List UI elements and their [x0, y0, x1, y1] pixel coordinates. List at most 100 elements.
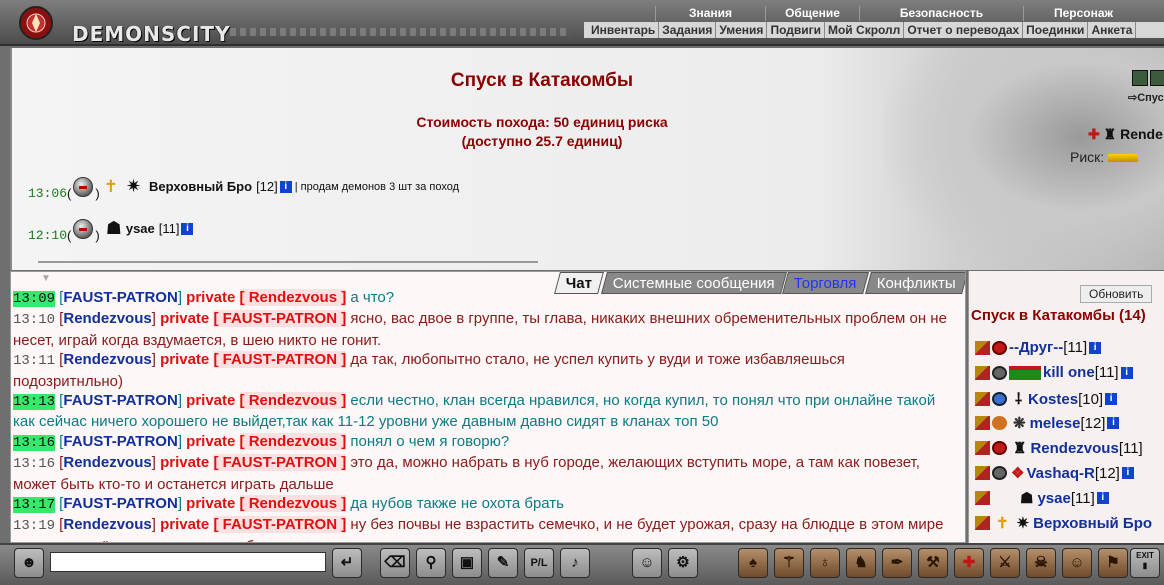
entry-nick[interactable]: ysae: [126, 221, 155, 236]
exit-button[interactable]: EXIT ▮: [1130, 548, 1160, 578]
hat-icon: ☗: [1020, 490, 1034, 507]
clan-icon: [992, 340, 1007, 355]
info-icon[interactable]: i: [1105, 393, 1118, 405]
entry-nick[interactable]: Верховный Бро: [149, 179, 252, 194]
player-item[interactable]: ⸸ Kostes [10] i: [975, 389, 1118, 409]
chat-message: 13:10 [Rendezvous] private [ FAUST-PATRO…: [13, 310, 947, 349]
message-sender[interactable]: FAUST-PATRON: [63, 433, 177, 450]
scroll-up-icon[interactable]: ▼: [41, 273, 51, 284]
info-icon[interactable]: i: [1120, 366, 1133, 379]
player-item[interactable]: ♜ Rendezvous [11]: [975, 439, 1143, 457]
sound-icon[interactable]: ♪: [560, 548, 590, 578]
skull-icon[interactable]: ☠: [1026, 548, 1056, 578]
rank-icon: [975, 416, 990, 430]
info-icon[interactable]: i: [279, 180, 292, 193]
message-sender[interactable]: FAUST-PATRON: [63, 495, 177, 512]
descend-link[interactable]: ⇨Спуск: [1128, 91, 1164, 104]
info-icon[interactable]: i: [1096, 492, 1109, 504]
beast-icon[interactable]: ♞: [846, 548, 876, 578]
flag-icon[interactable]: ⚑: [1098, 548, 1128, 578]
helmet-icon: ♜: [1103, 126, 1117, 142]
message-recipient[interactable]: FAUST-PATRON: [223, 310, 337, 327]
subnav-profile[interactable]: Анкета: [1088, 22, 1137, 38]
quill-icon[interactable]: ✒: [882, 548, 912, 578]
private-tag[interactable]: private [ FAUST-PATRON ]: [160, 516, 347, 534]
private-tag[interactable]: private [ FAUST-PATRON ]: [160, 454, 347, 472]
opponent[interactable]: ✚ ♜ Rende: [1088, 126, 1163, 143]
bag-icon[interactable]: ♠: [738, 548, 768, 578]
subnav-tasks[interactable]: Задания: [659, 22, 717, 38]
message-sender[interactable]: FAUST-PATRON: [63, 392, 177, 409]
subnav-inventory[interactable]: Инвентарь: [588, 22, 660, 38]
cross-shield-icon[interactable]: ✚: [954, 548, 984, 578]
entry-message: | продам демонов 3 шт за поход: [294, 180, 460, 193]
nav-security[interactable]: Безопасность: [859, 6, 1023, 21]
message-sender[interactable]: Rendezvous: [63, 351, 151, 368]
smiley-head-icon[interactable]: ☻: [14, 548, 44, 578]
info-icon[interactable]: i: [1121, 467, 1134, 479]
room-title: Спуск в Катакомбы: [450, 70, 634, 91]
map-mini-icon[interactable]: [1150, 70, 1164, 86]
staff-icon[interactable]: ⚚: [774, 548, 804, 578]
room-entry: 12:10 () ☗ ysae [11] i: [28, 214, 194, 243]
message-sender[interactable]: Rendezvous: [63, 516, 151, 533]
nav-social[interactable]: Общение: [765, 6, 859, 21]
player-item[interactable]: --Друг-- [11] i: [975, 339, 1102, 356]
private-tag[interactable]: private [ FAUST-PATRON ]: [160, 351, 347, 369]
clan-icon: [992, 441, 1007, 455]
player-item[interactable]: ❋ melese [12] i: [975, 414, 1120, 432]
players-panel: Обновить Спуск в Катакомбы (14) --Друг--…: [968, 271, 1164, 543]
private-tag[interactable]: private [ Rendezvous ]: [186, 392, 347, 410]
message-sender[interactable]: Rendezvous: [63, 310, 151, 327]
save-log-icon[interactable]: ▣: [452, 548, 482, 578]
subnav-duels[interactable]: Поединки: [1023, 22, 1089, 38]
entry-level: [11]: [158, 221, 180, 236]
top-bar: DEMONSCITY Знания Общение Безопасность П…: [0, 0, 1164, 46]
player-item[interactable]: ✝ ✷ Верховный Бро: [975, 514, 1152, 532]
duel-icon[interactable]: ⚔: [990, 548, 1020, 578]
eraser-icon[interactable]: ⌫: [380, 548, 410, 578]
message-time: 13:10: [13, 312, 56, 329]
message-recipient[interactable]: Rendezvous: [249, 392, 337, 409]
emoticons-icon[interactable]: ☺: [632, 548, 662, 578]
clan-icon: [992, 466, 1007, 480]
player-item[interactable]: ☗ ysae [11] i: [975, 489, 1109, 507]
message-sender[interactable]: Rendezvous: [63, 454, 151, 471]
message-recipient[interactable]: Rendezvous: [249, 289, 337, 306]
private-tag[interactable]: private [ Rendezvous ]: [186, 432, 347, 450]
subnav-transfer-report[interactable]: Отчет о переводах: [904, 22, 1024, 38]
message-recipient[interactable]: FAUST-PATRON: [223, 351, 337, 368]
private-tag[interactable]: private [ Rendezvous ]: [186, 289, 347, 306]
send-icon[interactable]: ↵: [332, 548, 362, 578]
message-recipient[interactable]: FAUST-PATRON: [223, 516, 337, 533]
message-recipient[interactable]: Rendezvous: [249, 433, 337, 450]
info-icon[interactable]: i: [181, 222, 194, 235]
message-sender[interactable]: FAUST-PATRON: [63, 289, 177, 306]
subnav-my-scroll[interactable]: Мой Скролл: [825, 22, 905, 38]
refresh-mini-icon[interactable]: [1132, 70, 1148, 86]
filter-icon[interactable]: ⚲: [416, 548, 446, 578]
translit-icon[interactable]: ✎: [488, 548, 518, 578]
info-icon[interactable]: i: [1107, 417, 1120, 429]
message-text: ну без почвы не взрастить семечко, и не …: [13, 516, 944, 542]
player-item[interactable]: ❖ Vashaq-R [12] i: [975, 464, 1134, 482]
subnav-achievements[interactable]: Подвиги: [767, 22, 825, 38]
info-icon[interactable]: i: [1089, 341, 1102, 354]
nav-character[interactable]: Персонаж: [1023, 6, 1143, 21]
mask-icon[interactable]: ☺: [1062, 548, 1092, 578]
entry-level: [12]: [256, 179, 278, 194]
bottle-icon[interactable]: ♁: [810, 548, 840, 578]
private-tag[interactable]: private [ FAUST-PATRON ]: [160, 310, 347, 328]
player-item[interactable]: kill one [11] i: [975, 364, 1133, 381]
subnav-skills[interactable]: Умения: [716, 22, 768, 38]
hammer-icon[interactable]: ⚒: [918, 548, 948, 578]
private-tag[interactable]: private [ Rendezvous ]: [186, 495, 347, 513]
refresh-button[interactable]: Обновить: [1080, 285, 1153, 303]
message-recipient[interactable]: Rendezvous: [249, 495, 337, 512]
chat-input[interactable]: [50, 552, 326, 572]
entry-time: 12:10: [28, 228, 68, 243]
settings-icon[interactable]: ⚙: [668, 548, 698, 578]
pl-toggle-icon[interactable]: P/L: [524, 548, 554, 578]
nav-knowledge[interactable]: Знания: [655, 6, 765, 21]
message-recipient[interactable]: FAUST-PATRON: [223, 454, 337, 471]
